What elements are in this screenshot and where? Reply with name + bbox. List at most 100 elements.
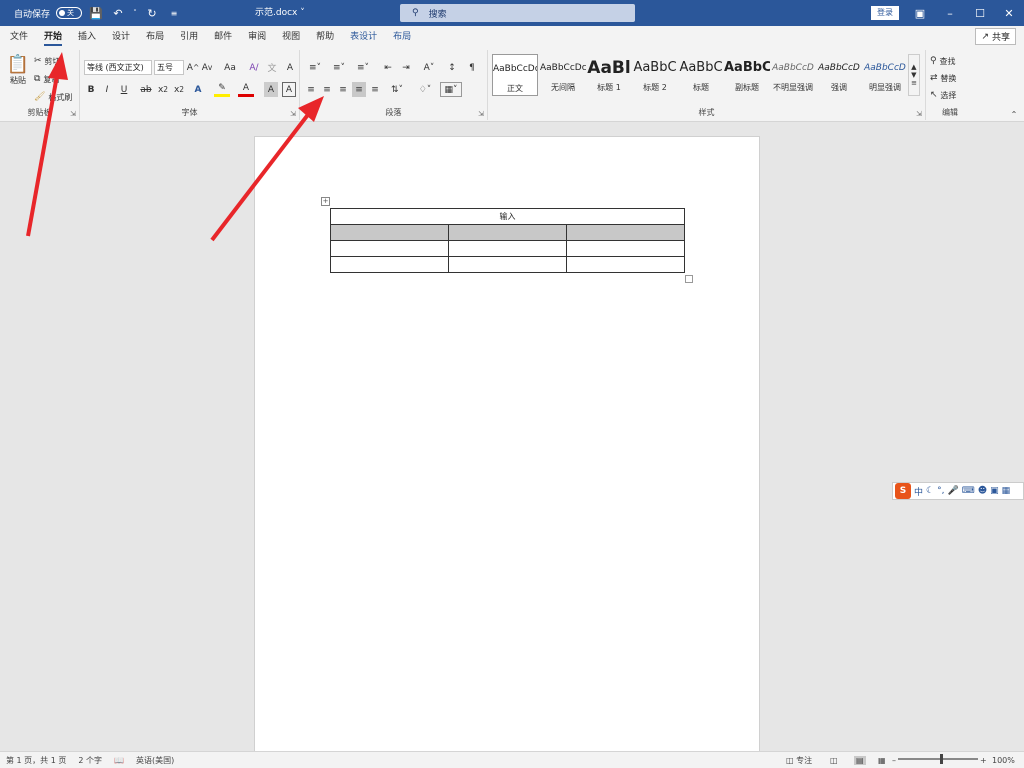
table-cell[interactable]	[447, 224, 567, 241]
table-cell[interactable]	[565, 224, 686, 241]
italic-icon[interactable]: I	[100, 82, 114, 97]
align-right-icon[interactable]: ≡	[336, 82, 350, 97]
char-shading-icon[interactable]: A	[264, 82, 278, 97]
table-cell[interactable]	[565, 240, 686, 257]
highlight-icon[interactable]: ✎	[214, 82, 230, 97]
style-title[interactable]: AaBbC 标题	[678, 54, 724, 96]
cut-button[interactable]: ✂ 剪切	[34, 54, 60, 68]
shading-icon[interactable]: ♢˅	[414, 82, 436, 97]
tab-references[interactable]: 引用	[172, 26, 206, 48]
save-icon[interactable]: 💾	[88, 5, 104, 21]
user-icon[interactable]: ☻	[978, 486, 987, 496]
proofing-icon[interactable]: 📖	[108, 756, 130, 765]
find-button[interactable]: ⚲ 查找	[930, 54, 955, 68]
style-intense-emphasis[interactable]: AaBbCcD 明显强调	[862, 54, 908, 96]
moon-icon[interactable]: ☾	[926, 486, 934, 496]
search-box[interactable]: ⚲ 搜索	[400, 4, 635, 22]
underline-icon[interactable]: U	[116, 82, 132, 97]
style-subtitle[interactable]: AaBbC 副标题	[724, 54, 770, 96]
ime-toolbar[interactable]: S 中 ☾ °, 🎤 ⌨ ☻ ▣ ▦	[892, 482, 1024, 500]
collapse-ribbon-icon[interactable]: ⌃	[1008, 108, 1020, 120]
tab-design[interactable]: 设计	[104, 26, 138, 48]
ribbon-display-icon[interactable]: ▣	[905, 0, 935, 26]
language[interactable]: 英语(美国)	[130, 755, 180, 766]
increase-indent-icon[interactable]: ⇥	[398, 60, 414, 75]
close-icon[interactable]: ✕	[994, 0, 1024, 26]
justify-icon[interactable]: ≡	[352, 82, 366, 97]
distribute-icon[interactable]: ≡	[368, 82, 382, 97]
grow-font-icon[interactable]: A ^	[186, 60, 200, 75]
table-cell[interactable]	[447, 256, 567, 273]
tab-home[interactable]: 开始	[36, 26, 70, 48]
tab-help[interactable]: 帮助	[308, 26, 342, 48]
menu-grid-icon[interactable]: ▦	[1002, 486, 1011, 496]
undo-dropdown-icon[interactable]: ˅	[132, 5, 138, 21]
superscript-icon[interactable]: x2	[172, 82, 186, 97]
font-launcher-icon[interactable]: ⇲	[290, 110, 296, 118]
autosave-toggle[interactable]: 关	[56, 7, 83, 19]
show-marks-icon[interactable]: ¶	[464, 60, 480, 75]
style-heading2[interactable]: AaBbC 标题 2	[632, 54, 678, 96]
bold-icon[interactable]: B	[84, 82, 98, 97]
multilevel-list-icon[interactable]: ≡˅	[352, 60, 374, 75]
font-color-icon[interactable]: A	[238, 82, 254, 97]
tab-file[interactable]: 文件	[2, 26, 36, 48]
mic-icon[interactable]: 🎤	[947, 486, 958, 496]
table-cell[interactable]	[447, 240, 567, 257]
zoom-in-icon[interactable]: +	[980, 756, 987, 765]
table-cell[interactable]	[565, 256, 686, 273]
style-normal[interactable]: AaBbCcDc 正文	[492, 54, 538, 96]
char-border-icon[interactable]: A	[282, 82, 296, 97]
font-size-select[interactable]: 五号	[154, 60, 184, 75]
redo-icon[interactable]: ↻	[144, 5, 160, 21]
tab-view[interactable]: 视图	[274, 26, 308, 48]
tab-review[interactable]: 审阅	[240, 26, 274, 48]
chinese-layout-icon[interactable]: A˅	[418, 60, 440, 75]
zoom-slider[interactable]	[898, 758, 978, 760]
customize-qat-icon[interactable]: ≡	[166, 5, 182, 21]
style-subtle-emphasis[interactable]: AaBbCcD 不明显强调	[770, 54, 816, 96]
table-cell[interactable]	[330, 224, 449, 241]
phonetic-guide-icon[interactable]: 文	[264, 60, 280, 75]
tab-mailings[interactable]: 邮件	[206, 26, 240, 48]
keyboard-icon[interactable]: ⌨	[962, 486, 975, 496]
replace-button[interactable]: ⇄ 替换	[930, 71, 956, 85]
maximize-icon[interactable]: ☐	[965, 0, 995, 26]
tab-table-design[interactable]: 表设计	[342, 26, 385, 48]
document-page[interactable]: + 输入	[254, 136, 760, 756]
paste-button[interactable]: 📋 粘贴	[6, 54, 30, 86]
shrink-font-icon[interactable]: Av	[200, 60, 214, 75]
share-button[interactable]: ↗ 共享	[975, 28, 1016, 45]
read-mode-icon[interactable]: ◫	[830, 756, 838, 765]
font-name-select[interactable]: 等线 (西文正文)	[84, 60, 152, 75]
skin-icon[interactable]: ▣	[990, 486, 999, 496]
zoom-level[interactable]: 100%	[992, 756, 1015, 765]
paragraph-launcher-icon[interactable]: ⇲	[478, 110, 484, 118]
clear-format-icon[interactable]: A∕	[246, 60, 262, 75]
ime-mode[interactable]: 中	[914, 485, 923, 498]
style-heading1[interactable]: AaBl 标题 1	[586, 54, 632, 96]
page-count[interactable]: 第 1 页，共 1 页	[0, 755, 72, 766]
subscript-icon[interactable]: x2	[156, 82, 170, 97]
punctuation-icon[interactable]: °,	[937, 486, 944, 496]
minimize-icon[interactable]: –	[935, 0, 965, 26]
change-case-icon[interactable]: Aa	[220, 60, 240, 75]
select-button[interactable]: ↖ 选择	[930, 88, 956, 102]
style-no-spacing[interactable]: AaBbCcDc 无间隔	[540, 54, 586, 96]
copy-button[interactable]: ⧉ 复制	[34, 72, 59, 86]
web-layout-icon[interactable]: ▦	[878, 756, 886, 765]
sort-icon[interactable]: ↕	[444, 60, 460, 75]
table-header-cell[interactable]: 输入	[330, 208, 685, 225]
tab-table-layout[interactable]: 布局	[385, 26, 419, 48]
document-table[interactable]: 输入	[330, 208, 686, 273]
style-emphasis[interactable]: AaBbCcD 强调	[816, 54, 862, 96]
align-left-icon[interactable]: ≡	[304, 82, 318, 97]
align-center-icon[interactable]: ≡	[320, 82, 334, 97]
tab-insert[interactable]: 插入	[70, 26, 104, 48]
print-layout-icon[interactable]: ▤	[854, 755, 866, 765]
format-painter-button[interactable]: 🖌 格式刷	[34, 90, 72, 104]
document-title[interactable]: 示范.docx ˅	[255, 0, 305, 26]
word-count[interactable]: 2 个字	[72, 755, 108, 766]
enclose-char-icon[interactable]: A	[282, 60, 298, 75]
borders-icon[interactable]: ▦˅	[440, 82, 462, 97]
